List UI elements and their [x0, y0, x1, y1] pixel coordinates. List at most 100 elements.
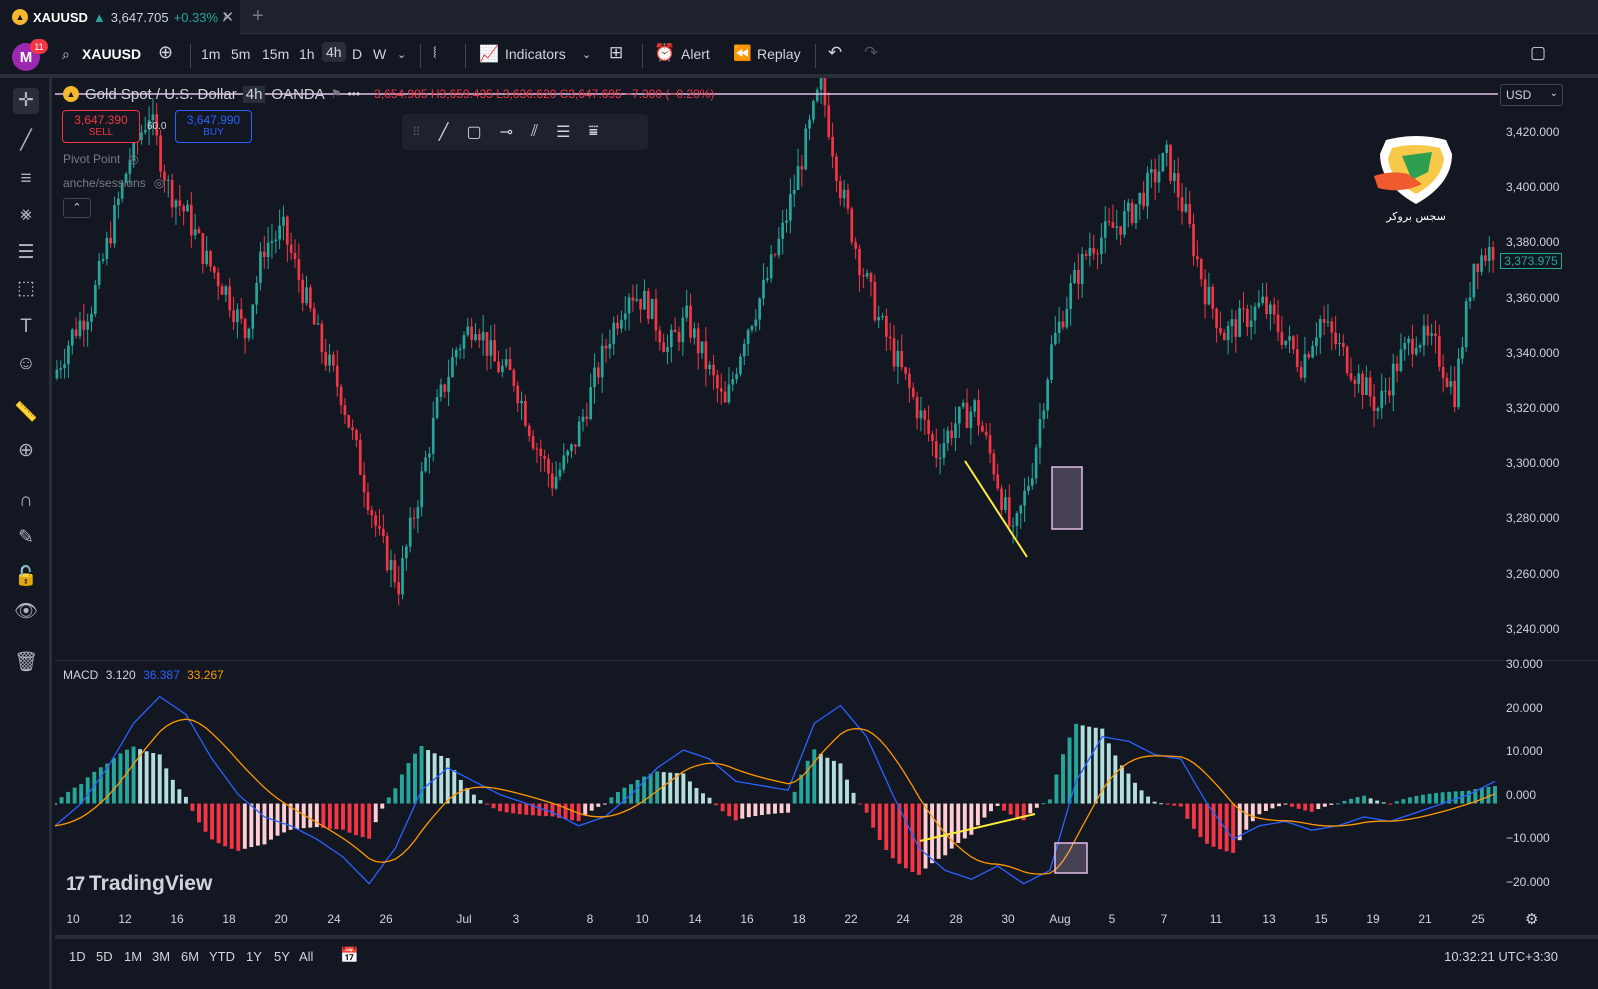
candle-body[interactable] [1472, 263, 1476, 298]
candle-body[interactable] [1226, 325, 1230, 341]
candle-body[interactable] [470, 326, 473, 341]
candle-body[interactable] [428, 453, 431, 458]
candle-body[interactable] [1242, 308, 1245, 310]
more-options-icon[interactable]: ••• [348, 87, 361, 101]
candle-body[interactable] [877, 317, 881, 321]
candle-body[interactable] [850, 208, 854, 243]
candle-body[interactable] [861, 275, 865, 277]
range-button[interactable]: All [299, 949, 313, 964]
candle-body[interactable] [620, 319, 623, 329]
candle-body[interactable] [324, 352, 328, 366]
candle-body[interactable] [1388, 390, 1391, 396]
candle-body[interactable] [1100, 237, 1103, 255]
candle-body[interactable] [485, 332, 489, 356]
fib-retracement-icon[interactable]: ≡ [13, 166, 39, 192]
candle-body[interactable] [593, 367, 596, 388]
candle-body[interactable] [309, 287, 312, 309]
candle-body[interactable] [996, 474, 1000, 489]
candle-body[interactable] [604, 345, 608, 349]
candle-body[interactable] [608, 343, 612, 349]
candle-body[interactable] [700, 341, 704, 354]
candle-body[interactable] [693, 328, 696, 338]
sell-button[interactable]: 3,647.390 SELL [62, 110, 140, 143]
candle-body[interactable] [209, 250, 212, 267]
candle-body[interactable] [1453, 380, 1457, 408]
candle-body[interactable] [1357, 373, 1361, 384]
candle-body[interactable] [74, 329, 78, 337]
candle-body[interactable] [1361, 373, 1364, 396]
candle-body[interactable] [285, 216, 289, 245]
candle-body[interactable] [1146, 172, 1149, 207]
candle-body[interactable] [547, 458, 550, 474]
candle-body[interactable] [1445, 378, 1449, 387]
replay-button[interactable]: Replay [757, 46, 801, 62]
candle-body[interactable] [716, 375, 719, 389]
candle-body[interactable] [696, 328, 700, 354]
candle-body[interactable] [650, 298, 654, 319]
candle-body[interactable] [1153, 169, 1157, 183]
candle-body[interactable] [1272, 304, 1276, 315]
candle-body[interactable] [654, 298, 658, 331]
candle-body[interactable] [182, 205, 185, 212]
candle-body[interactable] [792, 189, 796, 195]
candle-body[interactable] [635, 298, 639, 301]
candle-body[interactable] [1461, 347, 1464, 359]
candle-body[interactable] [408, 517, 412, 547]
candle-body[interactable] [765, 278, 769, 280]
price-pane[interactable] [55, 78, 1598, 658]
candle-body[interactable] [643, 290, 646, 310]
candle-body[interactable] [616, 322, 619, 329]
candle-body[interactable] [351, 427, 354, 431]
candle-body[interactable] [1437, 336, 1441, 367]
indicators-button[interactable]: Indicators [505, 46, 566, 62]
candle-body[interactable] [1322, 319, 1326, 323]
candle-body[interactable] [381, 528, 385, 536]
floating-drawing-toolbar[interactable]: ⠿ ╱ ▢ ⊸ ⫽ ☰ ⩸ [402, 114, 648, 150]
candle-body[interactable] [808, 119, 811, 129]
rectangle-shape-icon[interactable]: ⬚ [13, 276, 39, 302]
candle-body[interactable] [1399, 349, 1403, 372]
candle-body[interactable] [789, 194, 792, 221]
chart-area[interactable] [55, 78, 1598, 933]
candle-body[interactable] [1027, 485, 1030, 491]
candle-body[interactable] [1464, 301, 1468, 348]
candle-body[interactable] [1169, 144, 1172, 181]
candle-body[interactable] [1107, 221, 1111, 223]
candle-body[interactable] [1011, 525, 1015, 527]
horizontal-line-icon[interactable]: ⊸ [500, 122, 513, 142]
candle-body[interactable] [600, 345, 604, 378]
calendar-goto-icon[interactable]: 📅 [340, 946, 359, 964]
candle-body[interactable] [1365, 377, 1368, 396]
candle-body[interactable] [297, 259, 301, 280]
candle-body[interactable] [1457, 358, 1460, 408]
candle-body[interactable] [262, 251, 266, 257]
candle-body[interactable] [247, 328, 251, 339]
candle-body[interactable] [316, 323, 320, 325]
candle-body[interactable] [70, 329, 74, 346]
add-tab-icon[interactable]: + [252, 5, 264, 28]
currency-select[interactable]: USD ⌄ [1500, 84, 1563, 106]
candle-body[interactable] [685, 305, 689, 318]
candle-body[interactable] [735, 373, 738, 380]
candle-body[interactable] [1449, 380, 1453, 387]
candle-body[interactable] [1142, 192, 1145, 207]
candle-body[interactable] [1030, 478, 1034, 486]
candle-body[interactable] [977, 400, 980, 426]
candle-body[interactable] [746, 330, 750, 344]
candle-body[interactable] [270, 241, 274, 243]
candle-body[interactable] [785, 220, 788, 223]
candle-body[interactable] [934, 441, 938, 459]
candle-body[interactable] [1034, 447, 1038, 479]
indicator-pivot-point[interactable]: Pivot Point ◎ [63, 152, 139, 166]
candle-body[interactable] [293, 253, 297, 260]
candle-body[interactable] [1230, 319, 1234, 326]
candle-body[interactable] [416, 507, 420, 519]
interval-1m[interactable]: 1m [201, 46, 220, 62]
candle-body[interactable] [512, 370, 516, 386]
interval-1h[interactable]: 1h [299, 46, 315, 62]
candle-body[interactable] [151, 114, 155, 121]
range-button[interactable]: 5Y [274, 949, 290, 964]
layouts-grid-icon[interactable]: ⊞ [609, 43, 623, 63]
candle-body[interactable] [750, 325, 754, 331]
candle-body[interactable] [282, 216, 285, 226]
